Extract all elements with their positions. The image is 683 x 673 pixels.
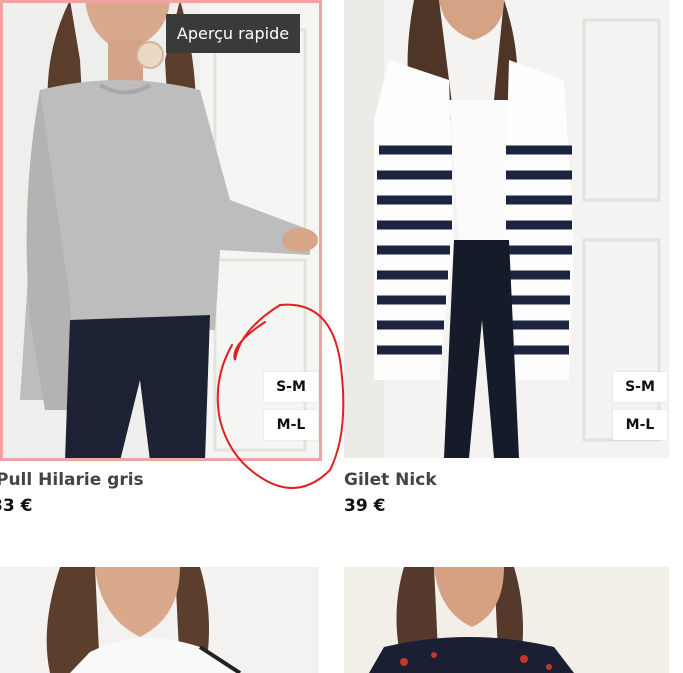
product-image-pull-hilarie[interactable]: Aperçu rapide S-M M-L [0,0,322,461]
product-image-gilet-nick[interactable]: S-M M-L [344,0,669,458]
size-badge-m-l[interactable]: M-L [264,410,318,440]
product-image-4[interactable] [344,567,669,673]
product-price: 39 € [344,496,386,516]
product-title[interactable]: Pull Hilarie gris [0,470,144,490]
product-image-3[interactable] [0,567,319,673]
size-badge-s-m[interactable]: S-M [613,372,667,402]
size-badge-s-m[interactable]: S-M [264,372,318,402]
product-title[interactable]: Gilet Nick [344,470,437,490]
size-badge-m-l[interactable]: M-L [613,410,667,440]
product-price: 33 € [0,496,33,516]
quick-view-button[interactable]: Aperçu rapide [166,14,300,53]
